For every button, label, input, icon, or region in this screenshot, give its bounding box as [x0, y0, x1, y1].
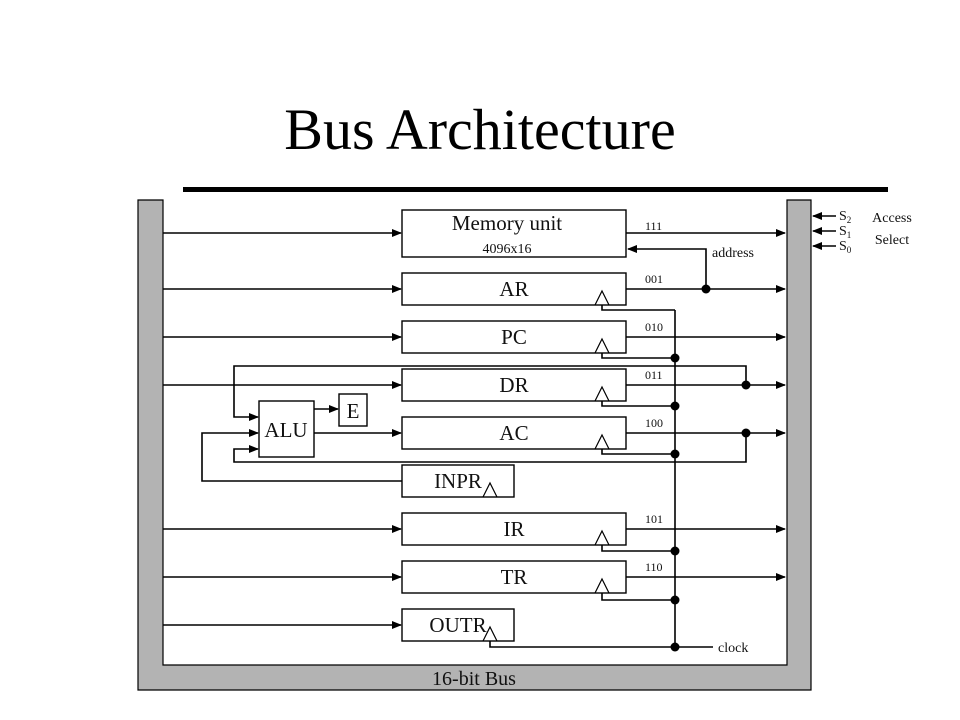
dr-select-code: 011 — [645, 368, 663, 382]
address-label: address — [712, 246, 754, 261]
select-inputs: S2 S1 S0 Access Select — [812, 209, 912, 255]
dr-label: DR — [499, 373, 528, 397]
memory-unit-label: Memory unit — [452, 211, 562, 235]
tr-label: TR — [501, 565, 528, 589]
ac-clock-wire — [601, 449, 675, 455]
access-select-caption-2: Select — [875, 233, 909, 248]
bus-architecture-diagram: Bus Architecture 16-bit Bus S2 S1 S0 Acc… — [137, 97, 912, 691]
pc-label: PC — [501, 325, 527, 349]
register-ac: AC 100 — [401, 416, 786, 459]
ir-label: IR — [504, 517, 525, 541]
register-ar: AR 001 — [163, 272, 786, 311]
dr-clock-wire — [601, 401, 675, 407]
register-ir: IR 101 — [163, 512, 786, 556]
memory-size-label: 4096x16 — [483, 242, 532, 257]
outr-label: OUTR — [429, 613, 486, 637]
register-dr: DR 011 — [163, 368, 786, 411]
memory-select-code: 111 — [645, 219, 662, 233]
dr-output-junction — [741, 380, 751, 390]
ir-select-code: 101 — [645, 512, 663, 526]
ac-output-junction — [741, 428, 751, 438]
title-rule — [183, 187, 888, 192]
address-line — [627, 245, 707, 289]
ac-select-code: 100 — [645, 416, 663, 430]
ir-clock-wire — [601, 545, 675, 552]
inpr-label: INPR — [434, 469, 482, 493]
register-inpr: INPR — [401, 464, 515, 498]
clock-section: clock — [674, 310, 748, 656]
register-outr: OUTR — [163, 608, 680, 652]
ac-label: AC — [499, 421, 528, 445]
clock-label: clock — [718, 641, 748, 656]
ar-clock-wire — [601, 305, 675, 311]
ar-label: AR — [499, 277, 528, 301]
s0-label: S0 — [839, 239, 852, 255]
pc-clock-wire — [601, 353, 675, 359]
register-pc: PC 010 — [163, 320, 786, 363]
tr-select-code: 110 — [645, 560, 663, 574]
s1-label: S1 — [839, 224, 851, 240]
ar-select-code: 001 — [645, 272, 663, 286]
tr-clock-wire — [601, 593, 675, 601]
pc-select-code: 010 — [645, 320, 663, 334]
bus-label: 16-bit Bus — [432, 668, 516, 690]
alu-label: ALU — [264, 418, 307, 442]
access-select-caption-1: Access — [872, 211, 912, 226]
page-title: Bus Architecture — [284, 97, 675, 162]
register-tr: TR 110 — [163, 560, 786, 605]
outr-clock-wire — [489, 641, 675, 648]
s2-label: S2 — [839, 209, 851, 225]
e-flag-label: E — [347, 399, 360, 423]
